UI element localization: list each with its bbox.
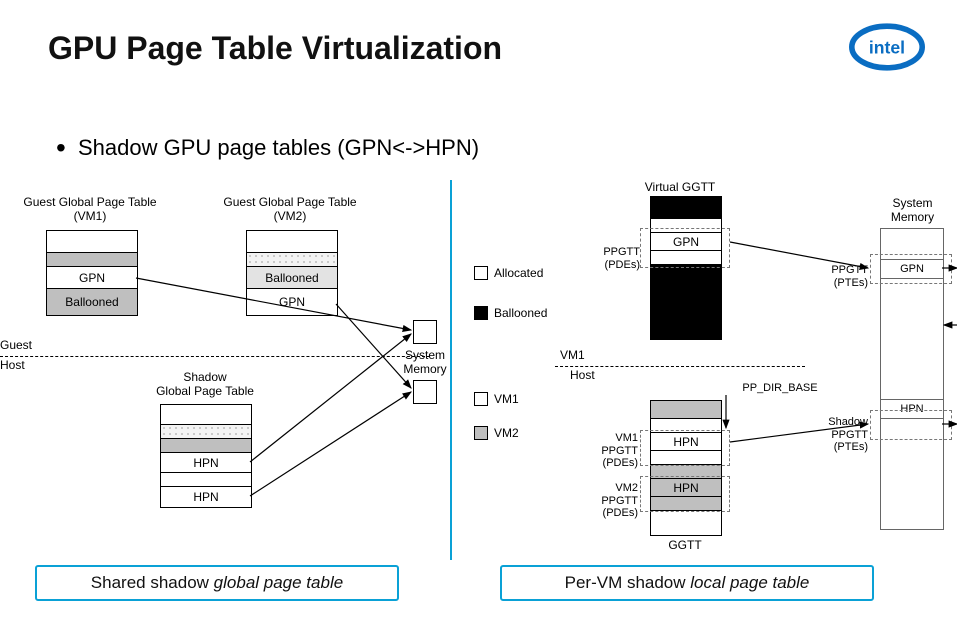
label-vm2-ppgtt-pdes: VM2 PPGTT (PDEs)	[588, 482, 638, 520]
legend-vm1-label: VM1	[494, 392, 519, 406]
dash-vm1-host-right	[555, 366, 805, 367]
arrows-left	[0, 0, 450, 560]
intel-logo: intel	[847, 20, 927, 74]
label-sysmem-right: System Memory	[880, 196, 945, 225]
label-ppgtt-pdes-guest: PPGTT (PDEs)	[590, 246, 640, 271]
label-vm1-right: VM1	[560, 348, 600, 362]
table-host-ggtt: HPN HPN	[650, 400, 722, 536]
vggtt-row-black2	[651, 265, 721, 339]
dashed-ppgtt-ptes-guest	[870, 254, 952, 284]
label-ppgtt-ptes-guest: PPGTT (PTEs)	[818, 264, 868, 289]
label-pp-dir-base: PP_DIR_BASE	[730, 382, 830, 395]
label-ggtt: GGTT	[660, 538, 710, 552]
dashed-shadow-ppgtt-ptes	[870, 410, 952, 440]
vggtt-row-black1	[651, 197, 721, 219]
dashed-vm1-ppgtt-pdes	[640, 430, 730, 466]
label-shadow-ppgtt-ptes: Shadow PPGTT (PTEs)	[810, 416, 868, 454]
table-virtual-ggtt: GPN	[650, 196, 722, 340]
hggtt-row-blank3	[651, 511, 721, 535]
sysmem-cell-gap	[881, 279, 943, 400]
label-host-right: Host	[570, 368, 610, 382]
caption-em-left: global page table	[214, 573, 344, 592]
dashed-ppgtt-pdes-guest	[640, 228, 730, 268]
legend-allocated-swatch	[474, 266, 488, 280]
legend-vm1-swatch	[474, 392, 488, 406]
legend-ballooned-swatch	[474, 306, 488, 320]
hggtt-row-grey1	[651, 401, 721, 419]
caption-em-right: local page table	[690, 573, 809, 592]
svg-text:intel: intel	[869, 37, 905, 57]
caption-per-vm-shadow: Per-VM shadow local page table	[500, 565, 874, 601]
legend-ballooned-label: Ballooned	[494, 306, 547, 320]
label-virtual-ggtt: Virtual GGTT	[640, 180, 720, 194]
dashed-vm2-ppgtt-pdes	[640, 476, 730, 512]
legend-vm2-label: VM2	[494, 426, 519, 440]
legend-allocated-label: Allocated	[494, 266, 543, 280]
caption-shared-shadow: Shared shadow global page table	[35, 565, 399, 601]
label-vm1-ppgtt-pdes: VM1 PPGTT (PDEs)	[588, 432, 638, 470]
legend-vm2-swatch	[474, 426, 488, 440]
